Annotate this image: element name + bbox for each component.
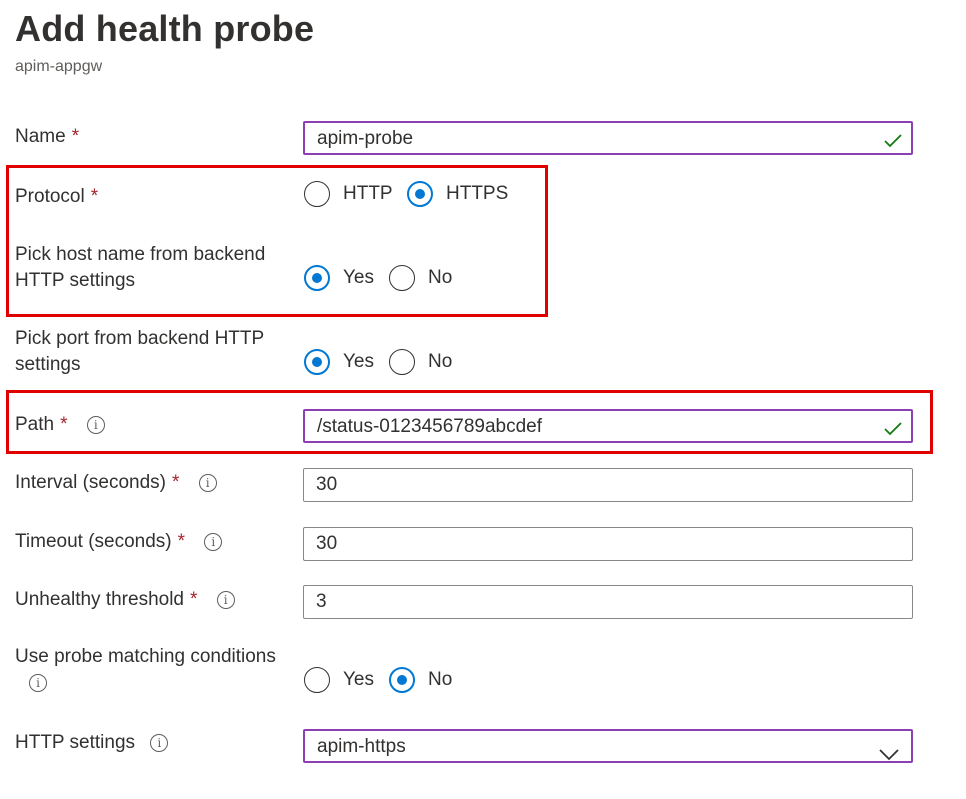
name-label: Name * bbox=[15, 124, 79, 150]
pick-host-yes-radio[interactable] bbox=[304, 265, 330, 291]
timeout-label: Timeout (seconds) * i bbox=[15, 529, 223, 555]
unhealthy-label: Unhealthy threshold * i bbox=[15, 587, 235, 613]
name-input[interactable]: apim-probe bbox=[303, 121, 913, 155]
required-marker: * bbox=[60, 414, 68, 435]
pick-port-label-line2: settings bbox=[15, 354, 81, 375]
pick-host-no-radio[interactable] bbox=[389, 265, 415, 291]
required-marker: * bbox=[172, 472, 180, 493]
name-input-value: apim-probe bbox=[317, 128, 414, 149]
pick-port-no-label[interactable]: No bbox=[428, 351, 452, 373]
interval-label-text: Interval (seconds) bbox=[15, 472, 167, 493]
checkmark-icon bbox=[883, 417, 903, 448]
http-settings-label: HTTP settings i bbox=[15, 730, 169, 756]
path-label-text: Path bbox=[15, 414, 55, 435]
matching-yes-radio[interactable] bbox=[304, 667, 330, 693]
required-marker: * bbox=[177, 531, 186, 552]
info-icon[interactable]: i bbox=[216, 590, 235, 609]
page-subtitle: apim-appgw bbox=[15, 58, 103, 75]
info-icon[interactable]: i bbox=[86, 415, 105, 434]
page-title: Add health probe bbox=[15, 8, 315, 49]
timeout-input-value: 30 bbox=[316, 533, 338, 554]
unhealthy-input[interactable]: 3 bbox=[303, 585, 913, 619]
protocol-http-label[interactable]: HTTP bbox=[343, 183, 393, 205]
pick-port-yes-radio[interactable] bbox=[304, 349, 330, 375]
matching-label-text: Use probe matching conditions bbox=[15, 646, 276, 667]
matching-no-label[interactable]: No bbox=[428, 669, 452, 691]
protocol-https-radio[interactable] bbox=[407, 181, 433, 207]
pick-host-label-line1: Pick host name from backend bbox=[15, 244, 266, 265]
pick-host-label-line2: HTTP settings bbox=[15, 270, 136, 291]
protocol-label: Protocol * bbox=[15, 184, 98, 210]
matching-yes-label[interactable]: Yes bbox=[343, 669, 374, 691]
pick-port-label-line1: Pick port from backend HTTP bbox=[15, 328, 265, 349]
checkmark-icon bbox=[883, 129, 903, 160]
matching-no-radio[interactable] bbox=[389, 667, 415, 693]
path-input-value: /status-0123456789abcdef bbox=[317, 416, 543, 437]
pick-port-yes-label[interactable]: Yes bbox=[343, 351, 374, 373]
info-icon[interactable]: i bbox=[150, 733, 169, 752]
pick-port-label: Pick port from backend HTTP settings bbox=[15, 326, 264, 378]
required-marker: * bbox=[71, 126, 80, 147]
pick-host-yes-label[interactable]: Yes bbox=[343, 267, 374, 289]
pick-port-no-radio[interactable] bbox=[389, 349, 415, 375]
http-settings-value: apim-https bbox=[317, 736, 406, 757]
pick-host-no-label[interactable]: No bbox=[428, 267, 452, 289]
required-marker: * bbox=[90, 186, 99, 207]
protocol-label-text: Protocol bbox=[15, 186, 85, 207]
protocol-https-label[interactable]: HTTPS bbox=[446, 183, 508, 205]
info-icon[interactable]: i bbox=[198, 473, 217, 492]
path-label: Path * i bbox=[15, 412, 105, 438]
timeout-label-text: Timeout (seconds) bbox=[15, 531, 172, 552]
interval-input-value: 30 bbox=[316, 474, 338, 495]
http-settings-label-text: HTTP settings bbox=[15, 732, 136, 753]
name-label-text: Name bbox=[15, 126, 66, 147]
path-input[interactable]: /status-0123456789abcdef bbox=[303, 409, 913, 443]
pick-host-label: Pick host name from backend HTTP setting… bbox=[15, 242, 265, 294]
unhealthy-input-value: 3 bbox=[316, 591, 327, 612]
info-icon[interactable]: i bbox=[204, 532, 223, 551]
http-settings-dropdown[interactable]: apim-https bbox=[303, 729, 913, 763]
unhealthy-label-text: Unhealthy threshold bbox=[15, 589, 184, 610]
info-icon[interactable]: i bbox=[29, 673, 47, 692]
timeout-input[interactable]: 30 bbox=[303, 527, 913, 561]
protocol-http-radio[interactable] bbox=[304, 181, 330, 207]
required-marker: * bbox=[190, 589, 198, 610]
interval-input[interactable]: 30 bbox=[303, 468, 913, 502]
matching-label: Use probe matching conditions i bbox=[15, 644, 276, 696]
interval-label: Interval (seconds) * i bbox=[15, 470, 217, 496]
chevron-down-icon bbox=[879, 740, 899, 771]
